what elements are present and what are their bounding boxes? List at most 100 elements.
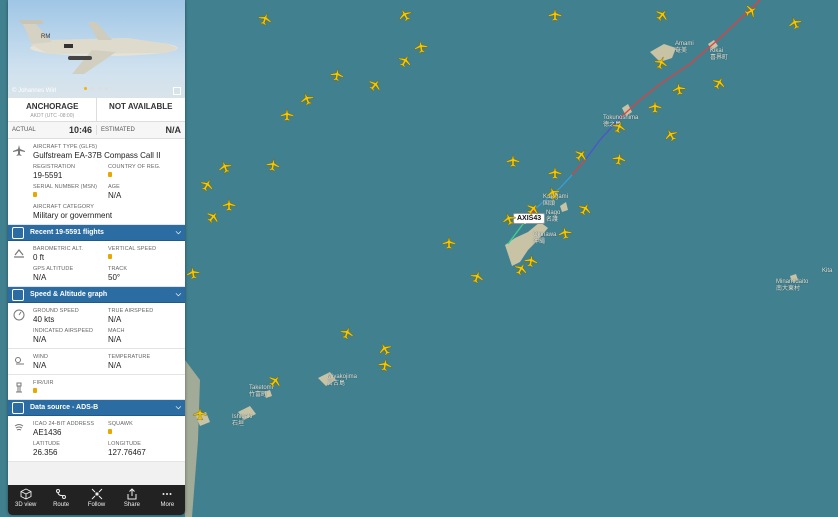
airplane-icon: [548, 8, 562, 22]
latitude: LATITUDE 26.356: [33, 439, 108, 459]
lock-icon[interactable]: [33, 192, 37, 197]
map-label-taketomi: Taketomi 竹富町: [249, 385, 274, 398]
airplane-icon: [506, 154, 520, 168]
actual-time: ACTUAL 10:46: [8, 125, 97, 135]
aircraft-marker[interactable]: [377, 357, 393, 373]
weather-icon: [8, 349, 30, 374]
aircraft-marker[interactable]: [557, 225, 573, 241]
baro-value: 0 ft: [33, 253, 45, 262]
route-icon: [55, 488, 67, 500]
category-label: AIRCRAFT CATEGORY: [33, 204, 94, 210]
wind: WIND N/A: [33, 352, 108, 372]
aircraft-marker[interactable]: [222, 198, 236, 212]
airplane-icon: [548, 166, 562, 180]
route-button[interactable]: Route: [43, 485, 78, 515]
airplane-icon: [330, 68, 344, 82]
aircraft-marker[interactable]: [611, 151, 627, 167]
age: AGE N/A: [108, 182, 183, 202]
3d-view-button[interactable]: 3D view: [8, 485, 43, 515]
destination-code: NOT AVAILABLE: [109, 102, 173, 111]
share-icon: [126, 488, 138, 500]
airplane-icon: [186, 266, 200, 280]
bottom-toolbar: 3D view Route Follow Share More: [8, 485, 185, 515]
temperature-label: TEMPERATURE: [108, 354, 151, 360]
true-airspeed-value: N/A: [108, 315, 122, 324]
age-value: N/A: [108, 191, 122, 200]
speed-graph-label: Speed & Altitude graph: [30, 291, 108, 298]
aircraft-marker[interactable]: [506, 154, 520, 168]
aircraft-marker[interactable]: [442, 236, 456, 250]
crosshair-icon: [91, 488, 103, 500]
airplane-icon: [612, 152, 626, 166]
recent-flights-label: Recent 19-5591 flights: [30, 229, 104, 236]
photo-carousel-dots[interactable]: [84, 87, 108, 90]
airplane-icon: [442, 236, 456, 250]
map-label-amami: Amami 奄美: [675, 41, 694, 54]
lock-icon[interactable]: [108, 172, 112, 177]
aircraft-marker[interactable]: [265, 157, 281, 173]
track-value: 50°: [108, 273, 121, 282]
longitude: LONGITUDE 127.76467: [108, 439, 183, 459]
recent-flights-bar[interactable]: Recent 19-5591 flights ⌵: [8, 225, 185, 241]
vspeed-label: VERTICAL SPEED: [108, 246, 157, 252]
graph-icon: [12, 288, 24, 301]
aircraft-marker[interactable]: [548, 8, 562, 22]
fir-section: FIR/UIR: [8, 375, 185, 400]
aircraft-marker[interactable]: [671, 81, 687, 97]
calendar-icon: [12, 226, 24, 239]
aircraft-photo[interactable]: RM © Johannes Wirl: [8, 0, 185, 98]
weather-section: WIND N/A TEMPERATURE N/A: [8, 349, 185, 375]
follow-button[interactable]: Follow: [79, 485, 114, 515]
transponder-section: ICAO 24-BIT ADDRESS AE1436 SQUAWK LATITU…: [8, 416, 185, 462]
airplane-icon: [222, 198, 236, 212]
origin-code: ANCHORAGE: [26, 102, 79, 111]
aircraft-marker[interactable]: [193, 407, 207, 421]
route-label: Route: [53, 502, 70, 508]
lock-icon[interactable]: [108, 429, 112, 434]
more-button[interactable]: More: [150, 485, 185, 515]
lock-icon[interactable]: [33, 388, 37, 393]
map-label-nago: Nago 名護: [546, 210, 561, 223]
estimated-label: ESTIMATED: [101, 127, 135, 133]
airplane-icon: [558, 226, 572, 240]
origin[interactable]: ANCHORAGE AKDT (UTC -08:00): [8, 98, 97, 121]
icao-address: ICAO 24-BIT ADDRESS AE1436: [33, 419, 108, 439]
aircraft-marker[interactable]: [648, 100, 662, 114]
expand-icon[interactable]: [173, 87, 181, 95]
wind-value: N/A: [33, 361, 47, 370]
aircraft-marker[interactable]: [280, 108, 294, 122]
chevron-down-icon: ⌵: [175, 228, 181, 236]
aircraft-type-value: Gulfstream EA-37B Compass Call II: [33, 151, 161, 160]
aircraft-marker[interactable]: [329, 67, 345, 83]
mach: MACH N/A: [108, 326, 183, 346]
vertical-speed: VERTICAL SPEED: [108, 244, 183, 264]
destination[interactable]: NOT AVAILABLE: [97, 98, 186, 121]
airplane-icon: [378, 358, 392, 372]
lock-icon[interactable]: [108, 254, 112, 259]
indicated-airspeed: INDICATED AIRSPEED N/A: [33, 326, 108, 346]
aircraft-marker[interactable]: [185, 265, 201, 281]
track: TRACK 50°: [108, 264, 183, 284]
longitude-label: LONGITUDE: [108, 441, 141, 447]
actual-label: ACTUAL: [12, 127, 36, 133]
speed-altitude-graph-bar[interactable]: Speed & Altitude graph ⌵: [8, 287, 185, 303]
true-airspeed: TRUE AIRSPEED N/A: [108, 306, 183, 326]
signal-icon: [8, 416, 30, 461]
country-of-reg: COUNTRY OF REG.: [108, 162, 183, 182]
airplane-icon: [414, 40, 428, 54]
route-divider: [96, 98, 97, 122]
share-button[interactable]: Share: [114, 485, 149, 515]
data-source-bar[interactable]: Data source - ADS-B ⌵: [8, 400, 185, 416]
barometric-alt: BAROMETRIC ALT. 0 ft: [33, 244, 108, 264]
actual-value: 10:46: [68, 125, 92, 135]
more-label: More: [160, 502, 175, 508]
gps-altitude: GPS ALTITUDE N/A: [33, 264, 108, 284]
route-header: ANCHORAGE AKDT (UTC -08:00) NOT AVAILABL…: [8, 98, 185, 122]
squawk: SQUAWK: [108, 419, 183, 439]
aircraft-marker[interactable]: [548, 166, 562, 180]
aircraft-marker[interactable]: [413, 39, 429, 55]
follow-label: Follow: [87, 502, 106, 508]
antenna-icon: [12, 401, 24, 414]
gps-value: N/A: [33, 273, 47, 282]
estimated-value: N/A: [165, 125, 182, 135]
